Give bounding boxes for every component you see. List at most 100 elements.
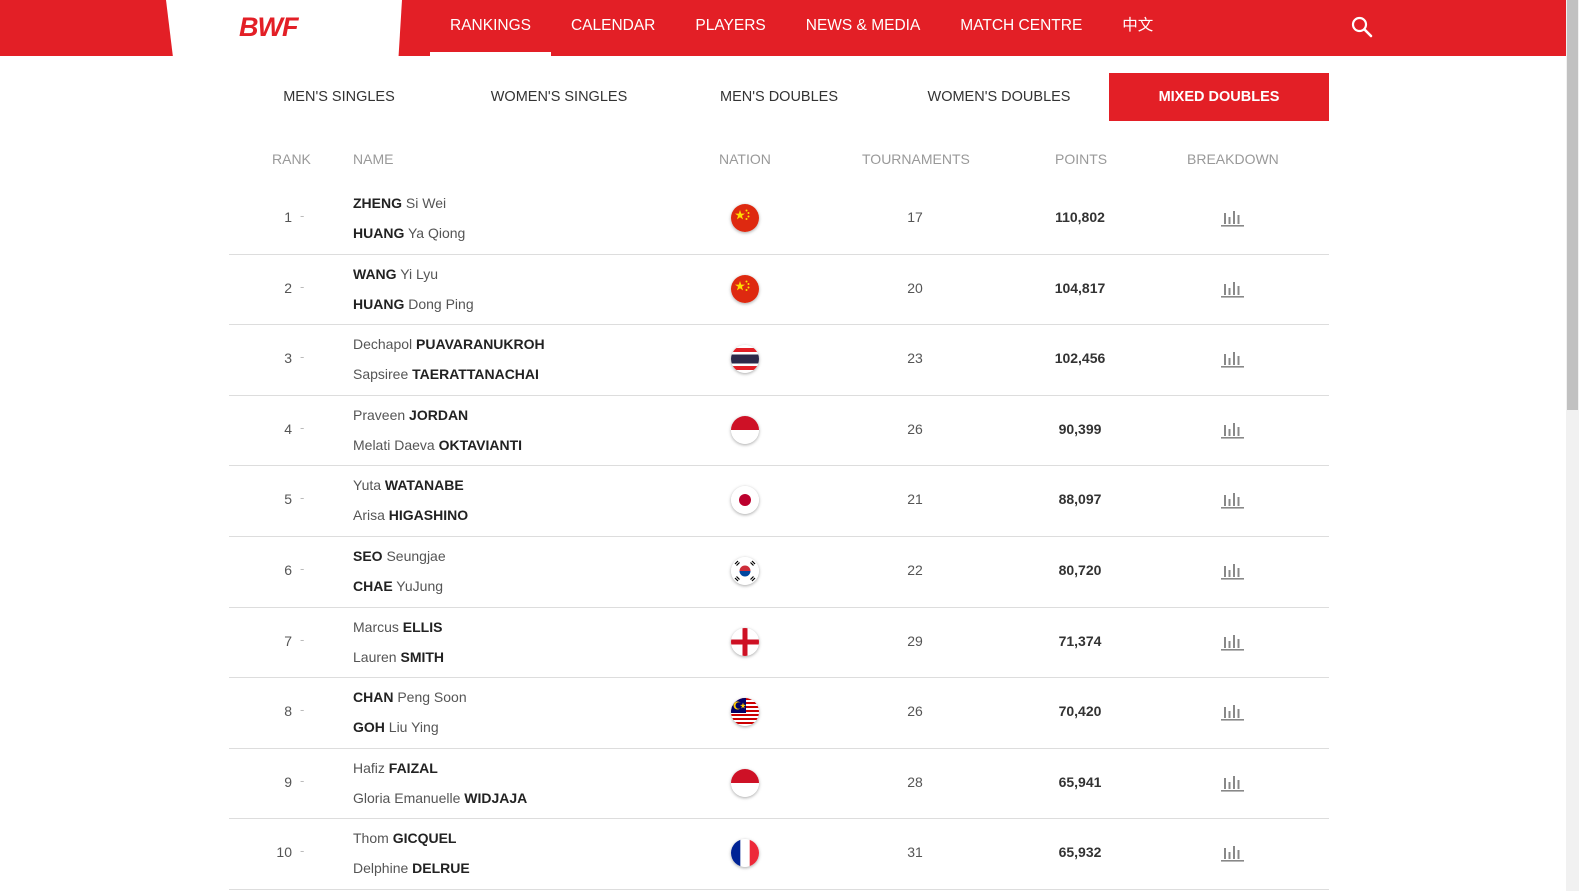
points-value: 71,374 (1058, 632, 1102, 649)
tournaments-count: 20 (907, 279, 923, 296)
header-points: POINTS (1055, 151, 1108, 167)
player-name-link[interactable]: SEO Seungjae (353, 548, 446, 564)
breakdown-chart-icon[interactable] (1220, 490, 1245, 510)
player-name-link[interactable]: Dechapol PUAVARANUKROH (353, 336, 545, 352)
header-rank: RANK (272, 151, 311, 167)
tab-1[interactable]: WOMEN'S SINGLES (449, 73, 669, 121)
table-row: 8- CHAN Peng Soon GOH Liu Ying 26 70,420 (229, 678, 1329, 749)
player-surname: ELLIS (402, 618, 443, 635)
player-given-name: Si Wei (402, 195, 447, 211)
tab-4[interactable]: MIXED DOUBLES (1109, 73, 1329, 121)
search-icon[interactable] (1351, 16, 1373, 38)
china-flag (731, 274, 759, 303)
points-value: 70,420 (1058, 703, 1102, 720)
breakdown-chart-icon[interactable] (1220, 420, 1245, 440)
breakdown-chart-icon[interactable] (1220, 773, 1245, 793)
tab-3[interactable]: WOMEN'S DOUBLES (889, 73, 1109, 121)
player-name-link[interactable]: Thom GICQUEL (353, 830, 456, 846)
tournaments-count: 26 (907, 703, 923, 720)
rankings-table-body: 1- ZHENG Si Wei HUANG Ya Qiong 17 110,802 2- W… (229, 184, 1329, 890)
nav-item-0[interactable]: RANKINGS (430, 0, 551, 56)
table-row: 4- Praveen JORDAN Melati Daeva OKTAVIANTI 2… (229, 396, 1329, 467)
player-name-link[interactable]: CHAE YuJung (353, 578, 443, 594)
player-given-name: Melati Daeva (353, 436, 439, 453)
logo-link[interactable]: BWF (166, 0, 402, 58)
tab-0[interactable]: MEN'S SINGLES (229, 73, 449, 121)
rank-number: 6 (284, 561, 292, 578)
player-name-link[interactable]: Gloria Emanuelle WIDJAJA (353, 790, 527, 806)
table-row: 10- Thom GICQUEL Delphine DELRUE 31 65,932 (229, 819, 1329, 890)
player-name-link[interactable]: Arisa HIGASHINO (353, 507, 468, 523)
player-surname: FAIZAL (388, 759, 438, 776)
player-surname: GOH (353, 719, 385, 736)
player-name-link[interactable]: ZHENG Si Wei (353, 195, 446, 211)
france-flag (731, 839, 759, 868)
player-given-name: Ya Qiong (404, 225, 466, 241)
breakdown-chart-icon[interactable] (1220, 632, 1245, 652)
player-name-link[interactable]: GOH Liu Ying (353, 719, 439, 735)
player-given-name: YuJung (392, 577, 444, 594)
player-name-link[interactable]: HUANG Dong Ping (353, 296, 474, 312)
player-name-link[interactable]: HUANG Ya Qiong (353, 225, 465, 241)
tournaments-count: 28 (907, 773, 923, 790)
player-name-link[interactable]: Yuta WATANABE (353, 477, 464, 493)
rank-number: 7 (284, 632, 292, 649)
bwf-logo: BWF (239, 12, 298, 42)
rank-number: 1 (284, 209, 292, 225)
points-value: 104,817 (1054, 279, 1106, 296)
indonesia-flag (731, 415, 759, 444)
player-given-name: Praveen (353, 406, 410, 423)
player-name-link[interactable]: Sapsiree TAERATTANACHAI (353, 366, 539, 382)
rank-change: - (300, 419, 305, 435)
points-value: 102,456 (1054, 350, 1106, 367)
player-surname: SEO (353, 547, 383, 564)
player-name-link[interactable]: Melati Daeva OKTAVIANTI (353, 437, 522, 453)
player-name-link[interactable]: Marcus ELLIS (353, 619, 442, 635)
table-row: 6- SEO Seungjae CHAE YuJung 22 80,720 (229, 537, 1329, 608)
korea-flag (731, 556, 759, 585)
tournaments-count: 22 (907, 561, 923, 578)
breakdown-chart-icon[interactable] (1220, 702, 1245, 722)
points-value: 65,941 (1058, 773, 1102, 790)
nav-item-4[interactable]: MATCH CENTRE (940, 0, 1102, 56)
player-name-link[interactable]: Hafiz FAIZAL (353, 760, 438, 776)
rank-number: 2 (284, 279, 292, 296)
table-header: RANK NAME NATION TOURNAMENTS POINTS BREA… (229, 148, 1329, 170)
breakdown-chart-icon[interactable] (1220, 349, 1245, 369)
player-name-link[interactable]: WANG Yi Lyu (353, 266, 438, 282)
points-value: 90,399 (1058, 420, 1102, 437)
player-given-name: Arisa (353, 507, 389, 524)
nav-item-2[interactable]: PLAYERS (675, 0, 785, 56)
nav-item-3[interactable]: NEWS & MEDIA (786, 0, 941, 56)
player-surname: SMITH (400, 648, 445, 665)
rank-number: 8 (284, 703, 292, 720)
breakdown-chart-icon[interactable] (1220, 561, 1245, 581)
rank-number: 3 (284, 350, 292, 367)
nav-item-5[interactable]: 中文 (1102, 0, 1173, 56)
player-surname: HUANG (353, 225, 405, 241)
breakdown-chart-icon[interactable] (1220, 279, 1245, 299)
tab-2[interactable]: MEN'S DOUBLES (669, 73, 889, 121)
scrollbar-thumb[interactable] (1567, 0, 1578, 410)
breakdown-chart-icon[interactable] (1220, 208, 1245, 228)
player-surname: WIDJAJA (464, 789, 528, 806)
rank-change: - (300, 208, 305, 223)
points-value: 65,932 (1058, 844, 1102, 861)
player-name-link[interactable]: Praveen JORDAN (353, 407, 468, 423)
rank-change: - (300, 490, 305, 506)
malaysia-flag (731, 698, 759, 727)
table-row: 2- WANG Yi Lyu HUANG Dong Ping 20 104,817 (229, 255, 1329, 326)
england-flag (731, 627, 759, 656)
china-flag (731, 204, 759, 232)
player-surname: HIGASHINO (388, 507, 469, 524)
player-name-link[interactable]: Delphine DELRUE (353, 860, 470, 876)
player-name-link[interactable]: CHAN Peng Soon (353, 689, 467, 705)
breakdown-chart-icon[interactable] (1220, 843, 1245, 863)
thailand-flag (731, 345, 759, 374)
tournaments-count: 21 (907, 491, 923, 508)
nav-item-1[interactable]: CALENDAR (551, 0, 675, 56)
table-row: 9- Hafiz FAIZAL Gloria Emanuelle WIDJAJA 28… (229, 749, 1329, 820)
tournaments-count: 26 (907, 420, 923, 437)
player-name-link[interactable]: Lauren SMITH (353, 649, 444, 665)
player-surname: JORDAN (409, 406, 469, 423)
